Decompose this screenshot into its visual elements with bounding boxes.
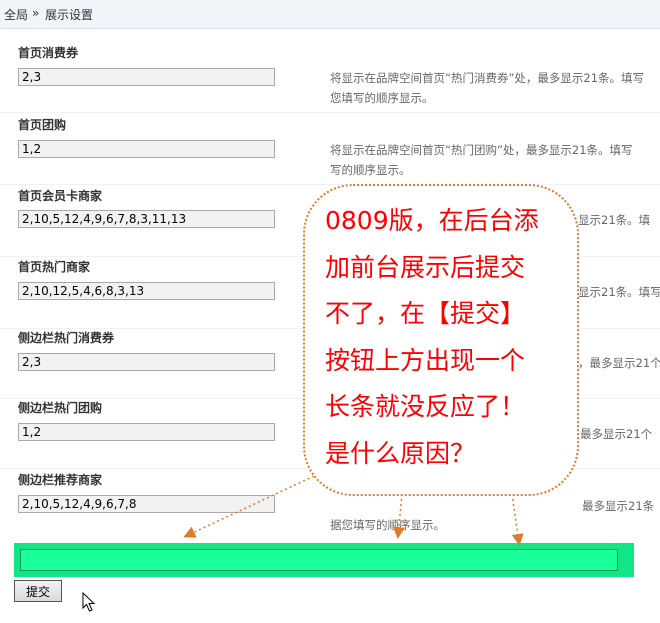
row-label: 侧边栏热门团购	[18, 401, 103, 415]
side-coupons-input[interactable]	[18, 353, 275, 371]
home-membercard-input[interactable]	[18, 210, 275, 228]
row-hint-2: 据您填写的顺序显示。	[330, 518, 445, 532]
setting-row-home-groupbuy: 首页团购 将显示在品牌空间首页“热门团购”处，最多显示21条。填写 写的顺序显示…	[0, 112, 660, 185]
submit-button[interactable]: 提交	[14, 580, 62, 602]
row-hint: 最多显示21条	[582, 499, 655, 513]
callout-text: 0809版，在后台添 加前台展示后提交 不了，在【提交】 按钮上方出现一个 长条…	[325, 206, 539, 468]
home-groupbuy-input[interactable]	[18, 140, 275, 158]
breadcrumb-home[interactable]: 全局	[4, 6, 28, 23]
row-label: 首页热门商家	[18, 260, 91, 274]
green-bar-inner	[20, 549, 618, 571]
row-label: 侧边栏推荐商家	[18, 473, 103, 487]
row-hint: 显示21条。填写	[578, 285, 660, 299]
row-hint-2: 写的顺序显示。	[330, 163, 411, 177]
side-recommended-input[interactable]	[18, 495, 275, 513]
row-label: 首页消费券	[18, 46, 79, 60]
home-coupons-input[interactable]	[18, 68, 275, 86]
setting-row-home-coupons: 首页消费券 将显示在品牌空间首页“热门消费券”处，最多显示21条。填写 您填写的…	[0, 38, 660, 113]
row-hint: 最多显示21个	[580, 427, 653, 441]
row-label: 侧边栏热门消费券	[18, 331, 115, 345]
row-hint: 显示21条。填	[578, 213, 651, 227]
green-bar	[14, 543, 634, 577]
breadcrumb: 全局 » 展示设置	[0, 0, 660, 29]
row-hint-2: 您填写的顺序显示。	[330, 91, 434, 105]
callout-bubble: 0809版，在后台添 加前台展示后提交 不了，在【提交】 按钮上方出现一个 长条…	[303, 184, 579, 496]
row-label: 首页会员卡商家	[18, 189, 103, 203]
mouse-pointer-icon	[82, 592, 96, 612]
side-groupbuy-input[interactable]	[18, 423, 275, 441]
breadcrumb-separator: »	[32, 6, 40, 20]
row-hint: 将显示在品牌空间首页“热门消费券”处，最多显示21条。填写	[330, 71, 645, 85]
row-hint: 将显示在品牌空间首页“热门团购”处，最多显示21条。填写	[330, 143, 633, 157]
row-label: 首页团购	[18, 118, 67, 132]
row-hint: ，最多显示21个	[578, 356, 660, 370]
breadcrumb-current: 展示设置	[45, 8, 94, 22]
home-hot-merchants-input[interactable]	[18, 282, 275, 300]
